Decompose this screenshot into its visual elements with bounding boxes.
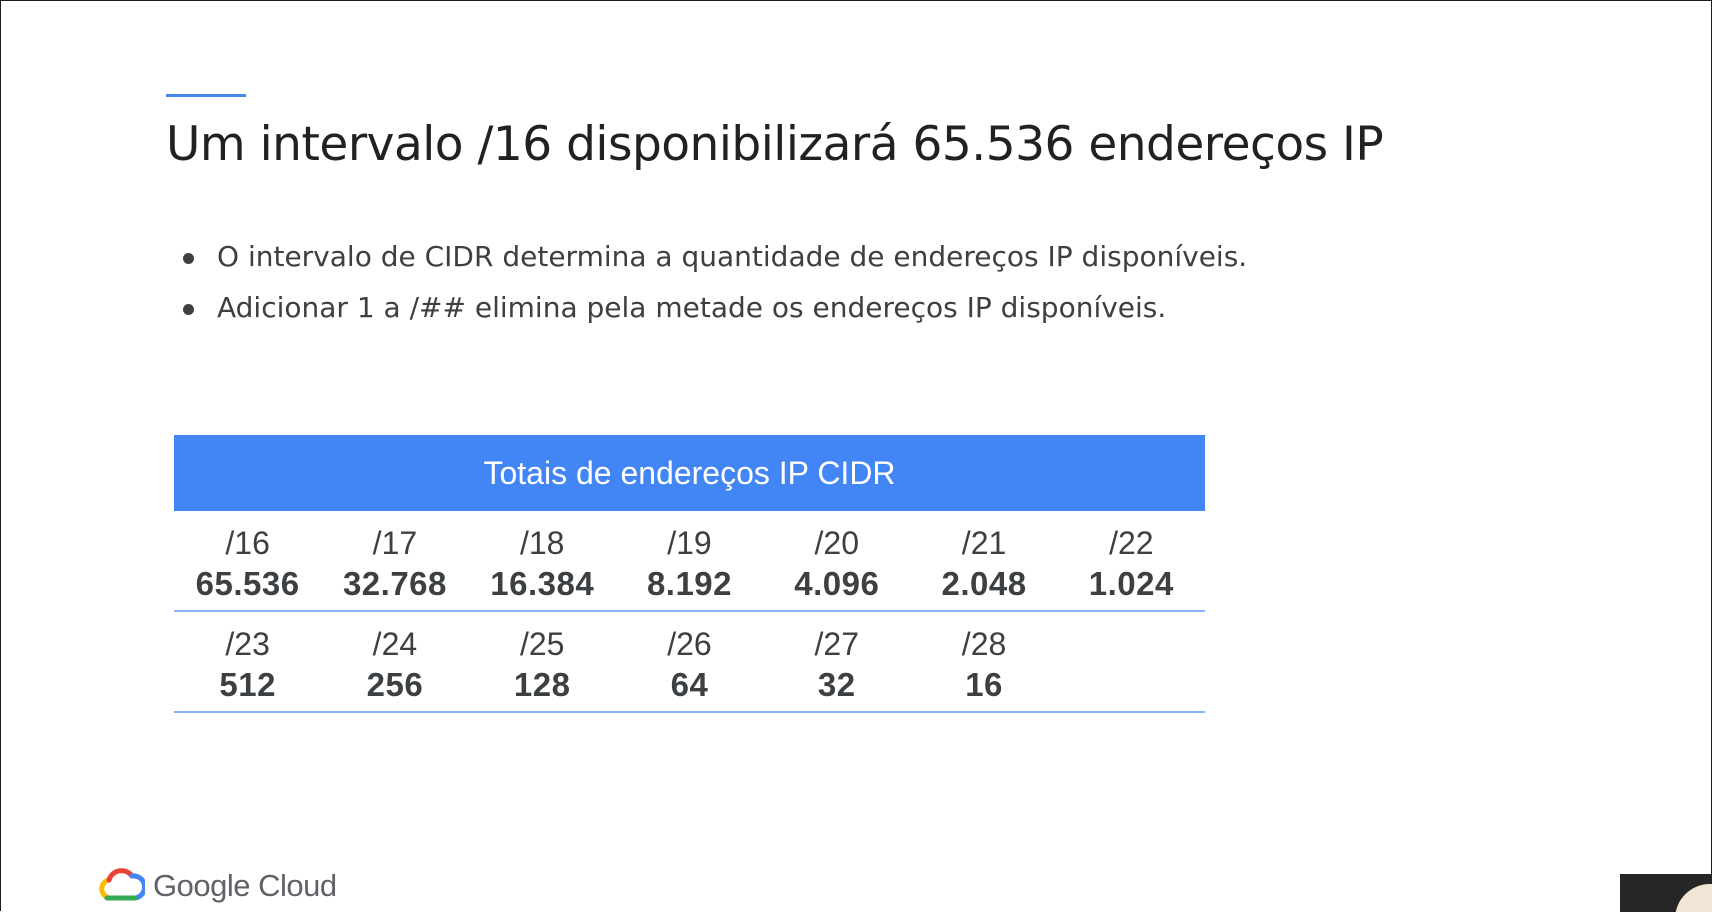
slide: Um intervalo /16 disponibilizará 65.536 … — [0, 0, 1712, 911]
cidr-prefix: /26 — [667, 626, 712, 662]
table-header: Totais de endereços IP CIDR — [174, 435, 1205, 511]
bullet-text: O intervalo de CIDR determina a quantida… — [217, 240, 1248, 273]
ip-count: 16 — [965, 666, 1003, 703]
ip-count: 1.024 — [1088, 565, 1174, 602]
ip-count: 16.384 — [490, 565, 595, 602]
cidr-prefix: /18 — [519, 525, 565, 561]
slide-title: Um intervalo /16 disponibilizará 65.536 … — [166, 117, 1384, 172]
table-cell: /24 256 — [321, 624, 468, 711]
cidr-prefix: /23 — [225, 626, 270, 662]
cidr-prefix: /17 — [372, 525, 418, 561]
table-row: /23 512 /24 256 /25 128 /26 64 /27 32 /2… — [174, 612, 1205, 713]
table-cell: /19 8.192 — [616, 523, 763, 610]
cidr-prefix: /21 — [961, 525, 1007, 561]
table-cell: /22 1.024 — [1058, 523, 1205, 610]
bullet-dot-icon — [183, 304, 194, 315]
bullet-item: O intervalo de CIDR determina a quantida… — [179, 237, 1247, 288]
table-cell-empty — [1058, 624, 1205, 711]
ip-count: 512 — [219, 666, 276, 703]
table-cell: /27 32 — [763, 624, 910, 711]
cidr-table: Totais de endereços IP CIDR /16 65.536 /… — [174, 435, 1205, 713]
bullet-item: Adicionar 1 a /## elimina pela metade os… — [179, 288, 1247, 339]
cidr-prefix: /20 — [814, 525, 859, 561]
ip-count: 8.192 — [646, 565, 733, 602]
table-cell: /16 65.536 — [174, 523, 321, 610]
presenter-avatar — [1675, 884, 1712, 912]
table-cell: /21 2.048 — [910, 523, 1057, 610]
table-cell: /20 4.096 — [763, 523, 910, 610]
presenter-video-overlay — [1620, 874, 1712, 912]
table-cell: /17 32.768 — [321, 523, 468, 610]
cidr-prefix: /28 — [961, 626, 1007, 662]
ip-count: 4.096 — [794, 565, 880, 602]
table-cell: /26 64 — [616, 624, 763, 711]
cidr-prefix: /24 — [372, 626, 418, 662]
cidr-prefix: /22 — [1109, 525, 1154, 561]
brand-wordmark: Google Cloud — [153, 868, 337, 903]
bullet-list: O intervalo de CIDR determina a quantida… — [179, 237, 1247, 339]
table-cell: /18 16.384 — [469, 523, 616, 610]
bullet-text: Adicionar 1 a /## elimina pela metade os… — [217, 291, 1167, 324]
ip-count: 32 — [817, 666, 856, 703]
table-row: /16 65.536 /17 32.768 /18 16.384 /19 8.1… — [174, 511, 1205, 612]
google-cloud-brand: Google Cloud — [97, 867, 337, 905]
table-cell: /28 16 — [910, 624, 1057, 711]
ip-count: 256 — [366, 666, 424, 703]
cidr-prefix: /25 — [519, 626, 565, 662]
table-cell: /23 512 — [174, 624, 321, 711]
bullet-dot-icon — [183, 253, 194, 264]
title-accent-line — [166, 94, 246, 97]
cidr-prefix: /16 — [225, 525, 270, 561]
cidr-prefix: /27 — [814, 626, 859, 662]
ip-count: 32.768 — [342, 565, 447, 602]
google-cloud-logo-icon — [99, 868, 145, 901]
table-cell: /25 128 — [469, 624, 616, 711]
ip-count: 2.048 — [941, 565, 1027, 602]
ip-count: 65.536 — [195, 565, 300, 602]
ip-count: 64 — [670, 666, 709, 703]
ip-count: 128 — [513, 666, 571, 703]
cidr-prefix: /19 — [667, 525, 712, 561]
